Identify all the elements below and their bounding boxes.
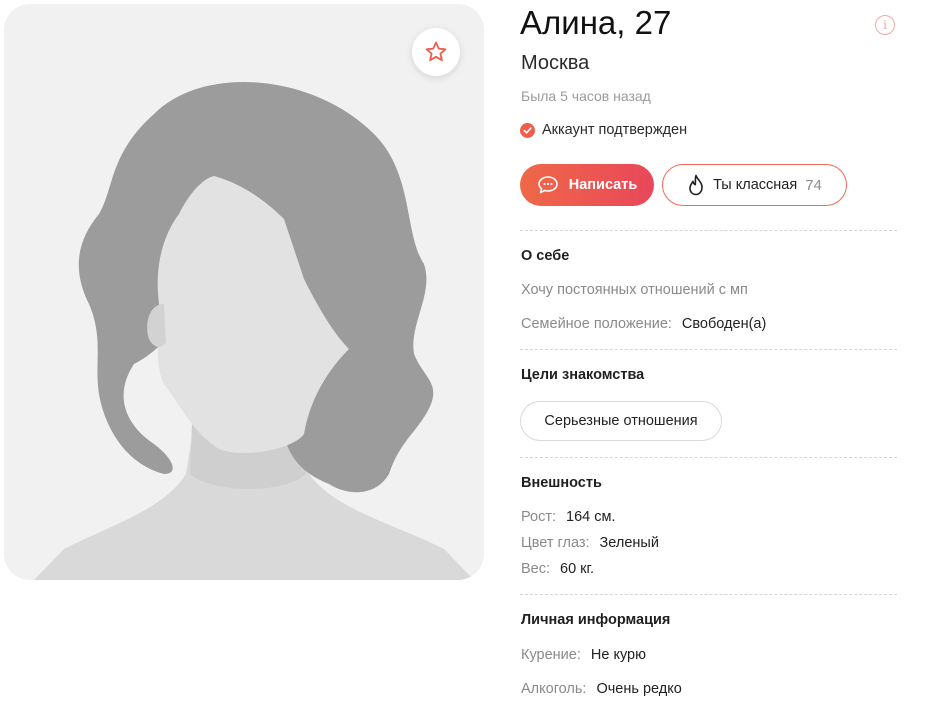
section-divider bbox=[520, 230, 897, 231]
about-section-title: О себе bbox=[521, 248, 570, 264]
section-divider bbox=[520, 594, 897, 595]
favorite-button[interactable] bbox=[412, 28, 460, 76]
profile-city: Москва bbox=[521, 52, 590, 74]
eye-color-value: Зеленый bbox=[599, 535, 659, 551]
write-button-label: Написать bbox=[568, 177, 638, 193]
personal-section-title: Личная информация bbox=[521, 612, 671, 628]
weight-label: Вес: bbox=[521, 561, 551, 577]
smoking-row: Курение: Не курю bbox=[521, 647, 646, 663]
write-message-button[interactable]: Написать bbox=[520, 164, 654, 206]
compliment-button[interactable]: Ты классная 74 bbox=[662, 164, 847, 206]
height-label: Рост: bbox=[521, 509, 557, 525]
marital-status-label: Семейное положение: bbox=[521, 316, 672, 332]
goal-chip: Серьезные отношения bbox=[520, 401, 722, 441]
verified-label: Аккаунт подтвержден bbox=[542, 122, 688, 138]
alcohol-value: Очень редко bbox=[596, 681, 682, 697]
compliment-count: 74 bbox=[805, 176, 822, 194]
marital-status-row: Семейное положение: Свободен(а) bbox=[521, 316, 766, 332]
smoking-label: Курение: bbox=[521, 647, 581, 663]
smoking-value: Не курю bbox=[590, 647, 646, 663]
height-value: 164 см. bbox=[566, 509, 616, 525]
weight-row: Вес: 60 кг. bbox=[521, 561, 594, 577]
section-divider bbox=[520, 349, 897, 350]
about-text: Хочу постоянных отношений с мп bbox=[521, 282, 748, 298]
profile-photo-placeholder[interactable] bbox=[4, 4, 484, 580]
height-row: Рост: 164 см. bbox=[521, 509, 616, 525]
eye-color-label: Цвет глаз: bbox=[521, 535, 590, 551]
info-icon[interactable]: i bbox=[875, 15, 895, 35]
verified-badge: Аккаунт подтвержден bbox=[520, 122, 687, 138]
chat-bubble-icon bbox=[537, 176, 558, 194]
marital-status-value: Свободен(а) bbox=[681, 316, 767, 332]
flame-icon bbox=[689, 174, 703, 196]
alcohol-row: Алкоголь: Очень редко bbox=[521, 681, 682, 697]
goals-section-title: Цели знакомства bbox=[521, 367, 645, 383]
female-avatar-silhouette bbox=[34, 81, 474, 580]
section-divider bbox=[520, 457, 897, 458]
alcohol-label: Алкоголь: bbox=[521, 681, 587, 697]
last-seen-status: Была 5 часов назад bbox=[521, 88, 651, 104]
eye-color-row: Цвет глаз: Зеленый bbox=[521, 535, 659, 551]
star-icon bbox=[425, 41, 447, 62]
compliment-label: Ты классная bbox=[713, 177, 798, 193]
weight-value: 60 кг. bbox=[560, 561, 595, 577]
profile-name-age: Алина, 27 bbox=[520, 4, 672, 41]
check-circle-icon bbox=[520, 122, 535, 138]
appearance-section-title: Внешность bbox=[521, 475, 602, 491]
